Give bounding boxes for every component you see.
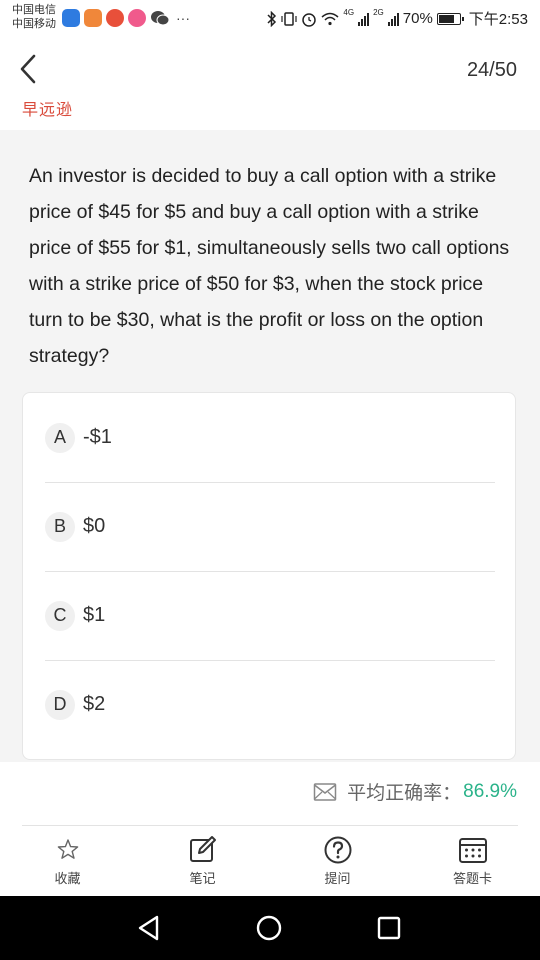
- option-letter: D: [45, 689, 75, 720]
- network-2g-label: 2G: [373, 8, 384, 17]
- answer-card-button[interactable]: 答题卡: [405, 826, 540, 896]
- option-b[interactable]: B $0: [45, 482, 495, 572]
- carrier-2: 中国移动: [12, 18, 56, 30]
- circle-home-icon: [256, 915, 282, 941]
- carrier-info: 中国电信 中国移动: [12, 3, 56, 31]
- answer-card-icon: [458, 838, 487, 863]
- mail-icon[interactable]: [313, 782, 337, 802]
- ask-question-button[interactable]: 提问: [270, 826, 405, 896]
- option-text: $2: [83, 693, 106, 715]
- video-app-icon: [84, 9, 102, 27]
- answer-card-label: 答题卡: [452, 872, 492, 887]
- signal-icon-2: [387, 12, 399, 26]
- header: 24/50 早远逊: [0, 36, 540, 130]
- notification-icons: ···: [62, 9, 190, 27]
- social-app-icon: [128, 9, 146, 27]
- brand-logo: 早远逊: [22, 100, 74, 119]
- weibo-icon: [106, 9, 124, 27]
- option-a[interactable]: A -$1: [45, 393, 495, 483]
- option-d[interactable]: D $2: [45, 660, 495, 749]
- ask-question-label: 提问: [324, 872, 351, 887]
- accuracy-bar: 平均正确率： 86.9%: [0, 762, 540, 826]
- wifi-icon: [321, 12, 339, 25]
- triangle-back-icon: [138, 915, 159, 941]
- bottom-toolbar: 收藏 笔记 提问 答题卡: [0, 826, 540, 896]
- bluetooth-icon: [267, 10, 277, 27]
- notes-button[interactable]: 笔记: [135, 826, 270, 896]
- favorite-button[interactable]: 收藏: [0, 826, 135, 896]
- option-letter: B: [45, 511, 75, 542]
- option-text: $0: [83, 515, 106, 537]
- more-notifications-icon: ···: [176, 10, 190, 26]
- system-status: 4G 2G 70% 下午2:53: [267, 8, 528, 29]
- option-letter: C: [45, 600, 75, 631]
- accuracy-label: 平均正确率：: [347, 782, 462, 804]
- question-progress: 24/50: [466, 59, 517, 81]
- option-c[interactable]: C $1: [45, 571, 495, 661]
- favorite-label: 收藏: [54, 872, 81, 887]
- question-area: An investor is decided to buy a call opt…: [0, 130, 540, 762]
- system-nav-bar: [0, 896, 540, 960]
- battery-icon: [436, 12, 464, 25]
- back-button[interactable]: [14, 52, 44, 86]
- accuracy-value: 86.9%: [463, 780, 517, 802]
- question-text: An investor is decided to buy a call opt…: [29, 165, 510, 367]
- option-text: $1: [83, 604, 106, 626]
- edit-note-icon: [189, 836, 216, 862]
- status-bar: 中国电信 中国移动 ··· 4G 2G 70% 下午2:53: [0, 0, 540, 36]
- option-letter: A: [45, 422, 75, 453]
- square-recents-icon: [377, 916, 401, 940]
- star-icon: [57, 839, 78, 859]
- alarm-icon: [302, 12, 317, 27]
- network-4g-label: 4G: [343, 8, 355, 17]
- notes-label: 笔记: [189, 872, 216, 887]
- carrier-1: 中国电信: [12, 4, 56, 16]
- chat-app-icon: [62, 9, 80, 27]
- nav-home-button[interactable]: [253, 912, 285, 944]
- nav-recents-button[interactable]: [373, 912, 405, 944]
- vibrate-icon: [281, 11, 298, 26]
- options-card: A -$1 B $0 C $1 D $2: [22, 392, 516, 760]
- signal-icon-1: [358, 12, 370, 26]
- question-icon: [324, 836, 351, 864]
- nav-back-button[interactable]: [133, 912, 165, 944]
- chevron-left-icon: [20, 54, 36, 84]
- option-text: -$1: [83, 426, 112, 448]
- clock: 下午2:53: [468, 11, 528, 28]
- battery-percent: 70%: [402, 10, 433, 27]
- wechat-icon: [150, 9, 170, 27]
